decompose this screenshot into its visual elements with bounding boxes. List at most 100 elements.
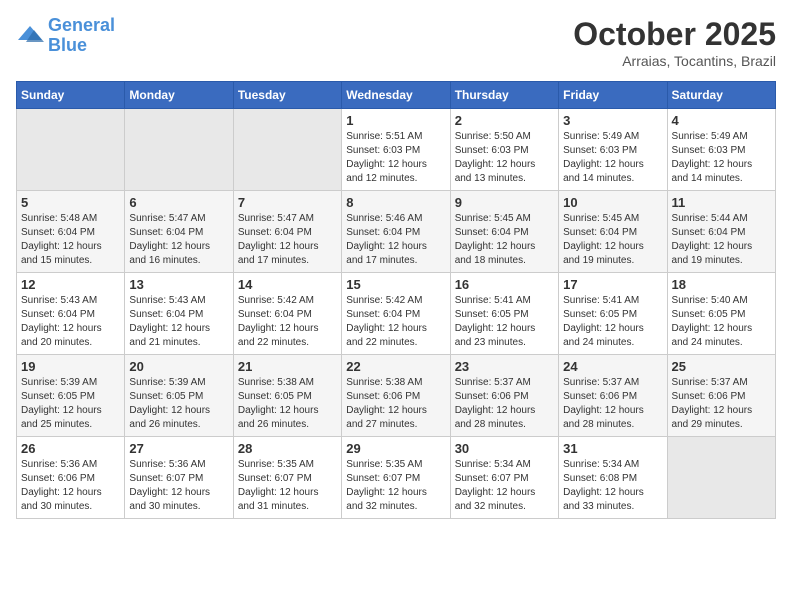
day-info: Sunrise: 5:34 AM Sunset: 6:08 PM Dayligh… [563, 458, 662, 514]
calendar-cell: 17 Sunrise: 5:41 AM Sunset: 6:05 PM Dayli… [559, 273, 667, 355]
day-info: Sunrise: 5:41 AM Sunset: 6:05 PM Dayligh… [455, 294, 554, 350]
calendar-cell: 31 Sunrise: 5:34 AM Sunset: 6:08 PM Dayli… [559, 437, 667, 519]
day-number: 26 [21, 441, 120, 456]
calendar-cell: 21 Sunrise: 5:38 AM Sunset: 6:05 PM Dayli… [233, 355, 341, 437]
calendar-cell: 12 Sunrise: 5:43 AM Sunset: 6:04 PM Dayli… [17, 273, 125, 355]
location: Arraias, Tocantins, Brazil [573, 53, 776, 69]
day-info: Sunrise: 5:35 AM Sunset: 6:07 PM Dayligh… [238, 458, 337, 514]
calendar-cell [233, 109, 341, 191]
day-number: 10 [563, 195, 662, 210]
day-info: Sunrise: 5:47 AM Sunset: 6:04 PM Dayligh… [238, 212, 337, 268]
day-number: 31 [563, 441, 662, 456]
day-number: 11 [672, 195, 771, 210]
day-number: 12 [21, 277, 120, 292]
day-info: Sunrise: 5:34 AM Sunset: 6:07 PM Dayligh… [455, 458, 554, 514]
weekday-header-row: SundayMondayTuesdayWednesdayThursdayFrid… [17, 82, 776, 109]
calendar-cell: 19Sunrise: 5:39 AM Sunset: 6:05 PM Dayli… [17, 355, 125, 437]
calendar-week-row: 1 Sunrise: 5:51 AM Sunset: 6:03 PM Daylig… [17, 109, 776, 191]
day-info: Sunrise: 5:44 AM Sunset: 6:04 PM Dayligh… [672, 212, 771, 268]
calendar-cell: 28 Sunrise: 5:35 AM Sunset: 6:07 PM Dayli… [233, 437, 341, 519]
calendar-cell: 27Sunrise: 5:36 AM Sunset: 6:07 PM Dayli… [125, 437, 233, 519]
day-number: 28 [238, 441, 337, 456]
logo: GeneralBlue [16, 16, 115, 56]
calendar-week-row: 26 Sunrise: 5:36 AM Sunset: 6:06 PM Dayli… [17, 437, 776, 519]
day-number: 9 [455, 195, 554, 210]
day-info: Sunrise: 5:42 AM Sunset: 6:04 PM Dayligh… [346, 294, 445, 350]
day-info: Sunrise: 5:35 AM Sunset: 6:07 PM Dayligh… [346, 458, 445, 514]
day-info: Sunrise: 5:45 AM Sunset: 6:04 PM Dayligh… [455, 212, 554, 268]
day-number: 21 [238, 359, 337, 374]
calendar-cell [667, 437, 775, 519]
day-number: 23 [455, 359, 554, 374]
logo-icon [16, 22, 44, 50]
calendar-cell: 5 Sunrise: 5:48 AM Sunset: 6:04 PM Daylig… [17, 191, 125, 273]
weekday-header: Wednesday [342, 82, 450, 109]
calendar-cell: 4 Sunrise: 5:49 AM Sunset: 6:03 PM Daylig… [667, 109, 775, 191]
calendar-cell: 10 Sunrise: 5:45 AM Sunset: 6:04 PM Dayli… [559, 191, 667, 273]
title-block: October 2025 Arraias, Tocantins, Brazil [573, 16, 776, 69]
day-info: Sunrise: 5:39 AM Sunset: 6:05 PM Dayligh… [21, 376, 120, 432]
calendar-cell: 29 Sunrise: 5:35 AM Sunset: 6:07 PM Dayli… [342, 437, 450, 519]
day-info: Sunrise: 5:38 AM Sunset: 6:05 PM Dayligh… [238, 376, 337, 432]
calendar-cell: 25 Sunrise: 5:37 AM Sunset: 6:06 PM Dayli… [667, 355, 775, 437]
day-info: Sunrise: 5:39 AM Sunset: 6:05 PM Dayligh… [129, 376, 228, 432]
calendar-cell [17, 109, 125, 191]
day-number: 17 [563, 277, 662, 292]
day-number: 25 [672, 359, 771, 374]
calendar-cell: 8 Sunrise: 5:46 AM Sunset: 6:04 PM Daylig… [342, 191, 450, 273]
day-info: Sunrise: 5:37 AM Sunset: 6:06 PM Dayligh… [455, 376, 554, 432]
day-info: Sunrise: 5:48 AM Sunset: 6:04 PM Dayligh… [21, 212, 120, 268]
calendar-week-row: 5 Sunrise: 5:48 AM Sunset: 6:04 PM Daylig… [17, 191, 776, 273]
day-number: 16 [455, 277, 554, 292]
calendar-week-row: 12 Sunrise: 5:43 AM Sunset: 6:04 PM Dayli… [17, 273, 776, 355]
calendar-week-row: 19Sunrise: 5:39 AM Sunset: 6:05 PM Dayli… [17, 355, 776, 437]
day-number: 13 [129, 277, 228, 292]
calendar-cell: 20Sunrise: 5:39 AM Sunset: 6:05 PM Dayli… [125, 355, 233, 437]
day-number: 1 [346, 113, 445, 128]
day-info: Sunrise: 5:43 AM Sunset: 6:04 PM Dayligh… [129, 294, 228, 350]
day-info: Sunrise: 5:50 AM Sunset: 6:03 PM Dayligh… [455, 130, 554, 186]
page-header: GeneralBlue October 2025 Arraias, Tocant… [16, 16, 776, 69]
weekday-header: Saturday [667, 82, 775, 109]
day-number: 15 [346, 277, 445, 292]
month-title: October 2025 [573, 16, 776, 53]
day-number: 18 [672, 277, 771, 292]
calendar-cell: 18 Sunrise: 5:40 AM Sunset: 6:05 PM Dayli… [667, 273, 775, 355]
logo-text: GeneralBlue [48, 16, 115, 56]
day-info: Sunrise: 5:49 AM Sunset: 6:03 PM Dayligh… [672, 130, 771, 186]
day-number: 8 [346, 195, 445, 210]
day-info: Sunrise: 5:47 AM Sunset: 6:04 PM Dayligh… [129, 212, 228, 268]
calendar-cell [125, 109, 233, 191]
day-info: Sunrise: 5:42 AM Sunset: 6:04 PM Dayligh… [238, 294, 337, 350]
day-number: 4 [672, 113, 771, 128]
calendar-cell: 22Sunrise: 5:38 AM Sunset: 6:06 PM Dayli… [342, 355, 450, 437]
calendar-cell: 23 Sunrise: 5:37 AM Sunset: 6:06 PM Dayli… [450, 355, 558, 437]
calendar-cell: 1 Sunrise: 5:51 AM Sunset: 6:03 PM Daylig… [342, 109, 450, 191]
calendar-cell: 30Sunrise: 5:34 AM Sunset: 6:07 PM Dayli… [450, 437, 558, 519]
day-number: 5 [21, 195, 120, 210]
day-info: Sunrise: 5:37 AM Sunset: 6:06 PM Dayligh… [672, 376, 771, 432]
day-info: Sunrise: 5:45 AM Sunset: 6:04 PM Dayligh… [563, 212, 662, 268]
day-info: Sunrise: 5:40 AM Sunset: 6:05 PM Dayligh… [672, 294, 771, 350]
day-info: Sunrise: 5:41 AM Sunset: 6:05 PM Dayligh… [563, 294, 662, 350]
day-info: Sunrise: 5:43 AM Sunset: 6:04 PM Dayligh… [21, 294, 120, 350]
day-number: 22 [346, 359, 445, 374]
day-info: Sunrise: 5:49 AM Sunset: 6:03 PM Dayligh… [563, 130, 662, 186]
day-number: 6 [129, 195, 228, 210]
calendar-cell: 6 Sunrise: 5:47 AM Sunset: 6:04 PM Daylig… [125, 191, 233, 273]
day-info: Sunrise: 5:36 AM Sunset: 6:07 PM Dayligh… [129, 458, 228, 514]
weekday-header: Friday [559, 82, 667, 109]
day-info: Sunrise: 5:46 AM Sunset: 6:04 PM Dayligh… [346, 212, 445, 268]
day-number: 29 [346, 441, 445, 456]
calendar-cell: 9 Sunrise: 5:45 AM Sunset: 6:04 PM Daylig… [450, 191, 558, 273]
calendar-cell: 16 Sunrise: 5:41 AM Sunset: 6:05 PM Dayli… [450, 273, 558, 355]
calendar-cell: 15 Sunrise: 5:42 AM Sunset: 6:04 PM Dayli… [342, 273, 450, 355]
day-info: Sunrise: 5:36 AM Sunset: 6:06 PM Dayligh… [21, 458, 120, 514]
day-number: 7 [238, 195, 337, 210]
day-info: Sunrise: 5:37 AM Sunset: 6:06 PM Dayligh… [563, 376, 662, 432]
day-info: Sunrise: 5:51 AM Sunset: 6:03 PM Dayligh… [346, 130, 445, 186]
calendar-cell: 13 Sunrise: 5:43 AM Sunset: 6:04 PM Dayli… [125, 273, 233, 355]
weekday-header: Monday [125, 82, 233, 109]
calendar-cell: 14Sunrise: 5:42 AM Sunset: 6:04 PM Dayli… [233, 273, 341, 355]
weekday-header: Thursday [450, 82, 558, 109]
